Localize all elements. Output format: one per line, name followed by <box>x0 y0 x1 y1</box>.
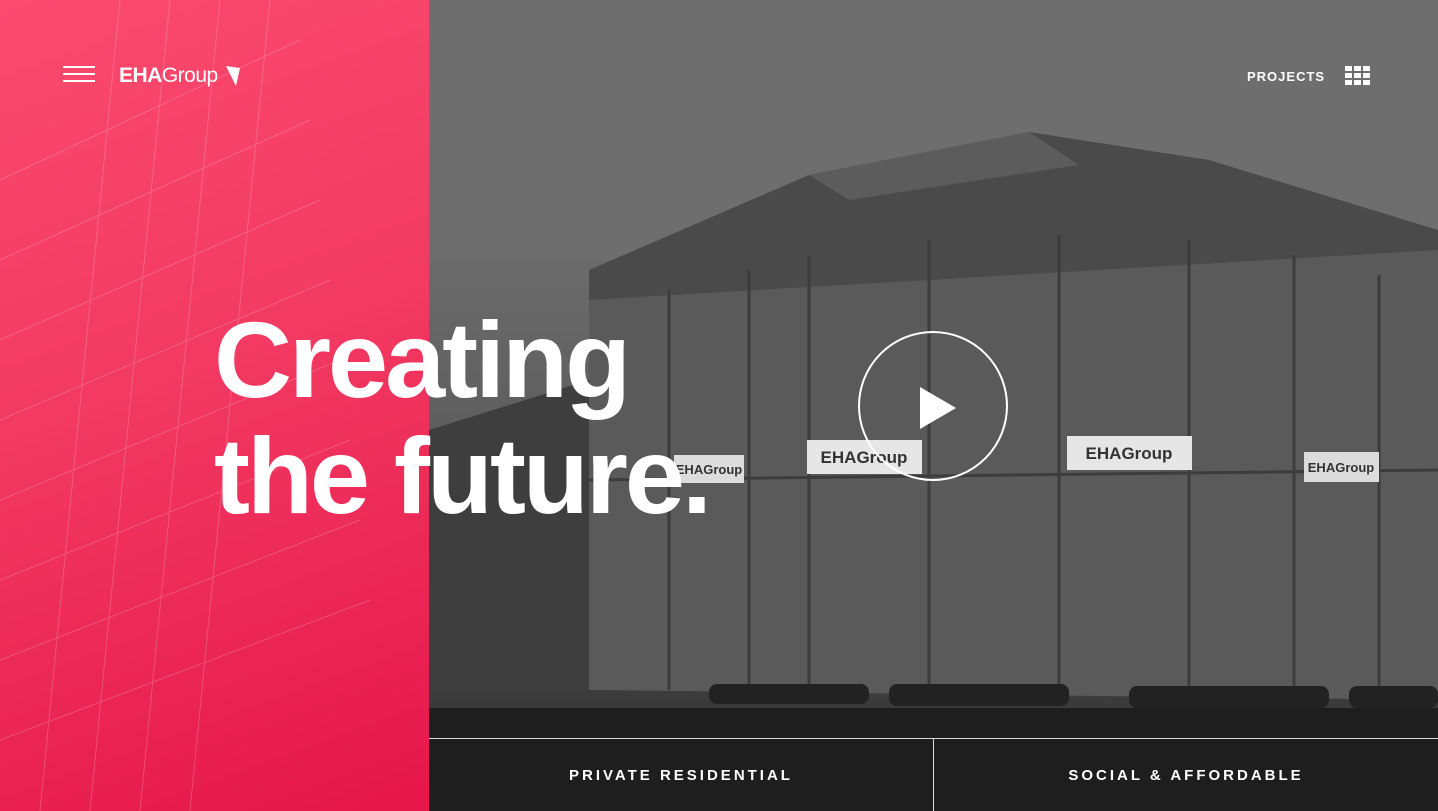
hero-headline: Creating the future. <box>214 299 712 536</box>
hero-headline-line-1: Creating <box>214 299 631 420</box>
tab-social-affordable[interactable]: SOCIAL & AFFORDABLE <box>933 739 1438 811</box>
building-sign: EHAGroup <box>1086 444 1173 463</box>
logo-wordmark-light: Group <box>161 64 218 87</box>
hamburger-menu-icon[interactable] <box>63 66 95 84</box>
category-tabs: PRIVATE RESIDENTIAL SOCIAL & AFFORDABLE <box>429 738 1438 811</box>
building-sign: EHAGroup <box>1308 460 1375 475</box>
grid-view-icon[interactable] <box>1345 66 1370 85</box>
projects-link[interactable]: PROJECTS <box>1247 69 1325 84</box>
hero-headline-line-2: the future. <box>214 415 712 536</box>
play-icon <box>920 387 956 429</box>
logo-wordmark-bold: EHA <box>119 64 162 87</box>
play-video-button[interactable] <box>858 331 1008 481</box>
tab-private-residential[interactable]: PRIVATE RESIDENTIAL <box>429 739 933 811</box>
logo-mark-icon <box>225 66 240 86</box>
eha-group-logo[interactable]: EHA Group <box>119 62 240 90</box>
